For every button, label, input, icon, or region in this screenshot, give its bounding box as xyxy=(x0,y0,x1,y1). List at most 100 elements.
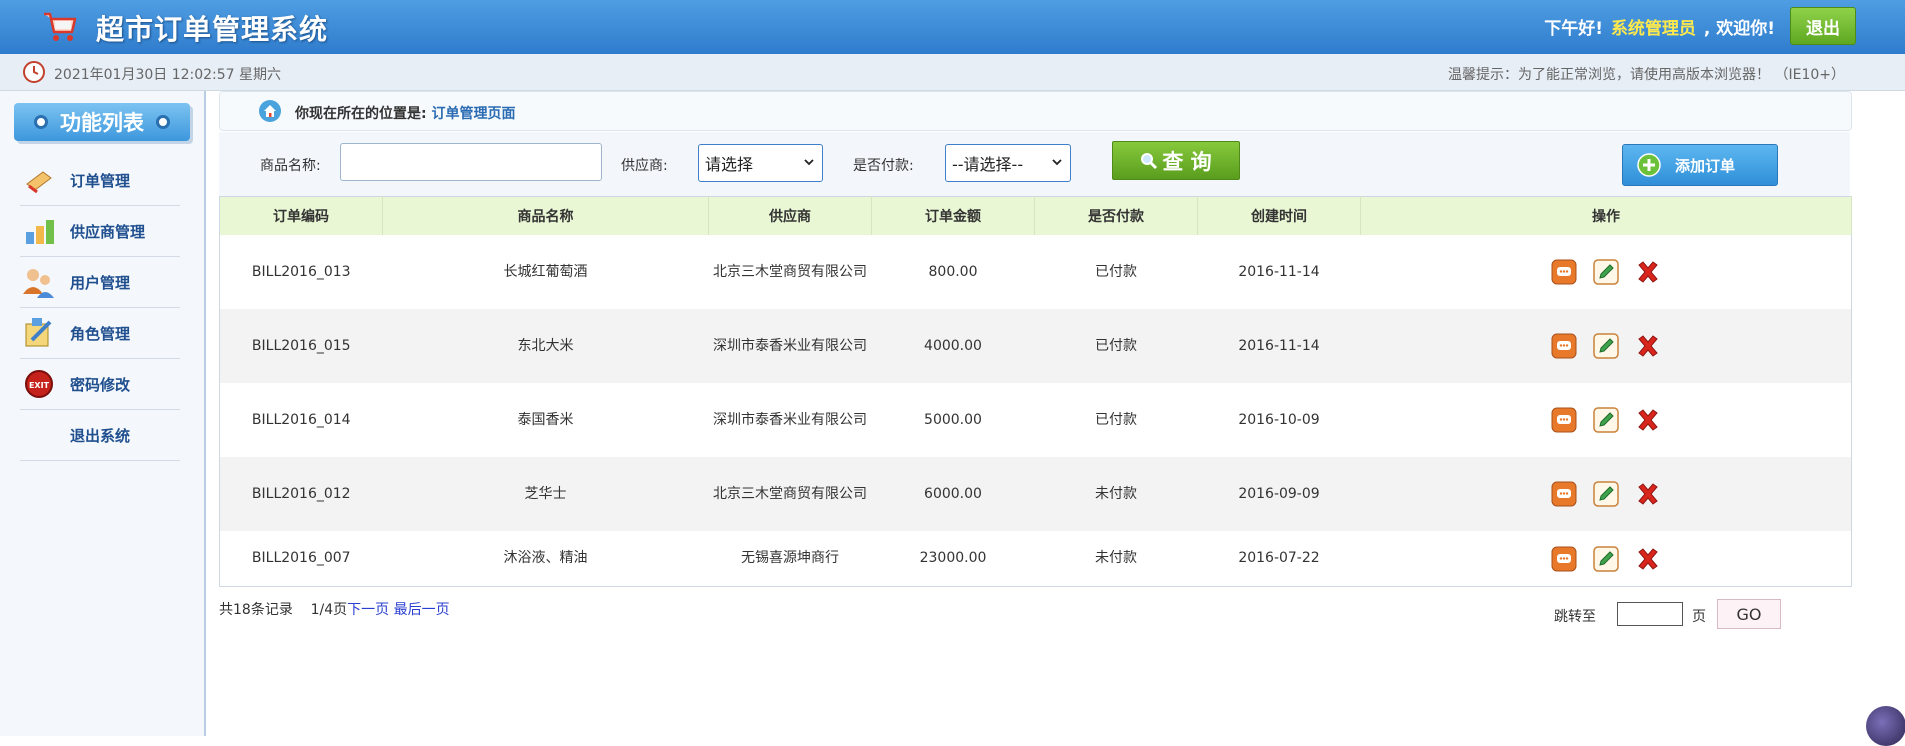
cell-created: 2016-07-22 xyxy=(1197,531,1361,587)
sidebar-item-users[interactable]: 用户管理 xyxy=(20,257,180,308)
supplier-icon xyxy=(20,212,58,250)
status-bar: 2021年01月30日 12:02:57 星期六 温馨提示：为了能正常浏览，请使… xyxy=(0,54,1905,91)
sidebar-item-logout[interactable]: 退出系统 xyxy=(20,410,180,461)
supplier-select[interactable]: 请选择 xyxy=(698,144,823,182)
cell-created: 2016-11-14 xyxy=(1197,309,1361,383)
col-header-supplier: 供应商 xyxy=(708,196,872,235)
supplier-select-value: 请选择 xyxy=(705,155,754,174)
sidebar: 功能列表 订单管理 供应商管理 用户管理 角色管理 EXIT 密码修改 退出系统 xyxy=(0,91,206,736)
sidebar-item-password[interactable]: EXIT 密码修改 xyxy=(20,359,180,410)
sidebar-item-label: 供应商管理 xyxy=(70,222,146,241)
page-indicator: 1/4页 xyxy=(310,602,348,618)
cell-product: 泰国香米 xyxy=(382,383,709,457)
cell-actions xyxy=(1360,235,1852,309)
delete-icon[interactable] xyxy=(1635,333,1661,359)
logout-button[interactable]: 退出 xyxy=(1790,7,1856,45)
delete-icon[interactable] xyxy=(1635,259,1661,285)
cell-supplier: 北京三木堂商贸有限公司 xyxy=(708,457,872,531)
page-unit-label: 页 xyxy=(1692,609,1706,625)
cell-created: 2016-09-09 xyxy=(1197,457,1361,531)
cell-supplier: 深圳市泰香米业有限公司 xyxy=(708,383,872,457)
sidebar-item-suppliers[interactable]: 供应商管理 xyxy=(20,206,180,257)
home-icon xyxy=(259,100,281,122)
cell-actions xyxy=(1360,309,1852,383)
query-button-label: 查 询 xyxy=(1162,149,1212,174)
row-actions xyxy=(1361,407,1852,433)
blank-icon xyxy=(20,416,58,454)
view-icon[interactable] xyxy=(1551,333,1577,359)
greeting: 下午好! 系统管理员 , 欢迎你! xyxy=(1544,14,1775,39)
edit-icon[interactable] xyxy=(1593,407,1619,433)
row-actions xyxy=(1361,333,1852,359)
current-datetime: 2021年01月30日 12:02:57 星期六 xyxy=(54,67,282,83)
next-page-link[interactable]: 下一页 xyxy=(347,602,389,618)
cell-amount: 5000.00 xyxy=(871,383,1035,457)
view-icon[interactable] xyxy=(1551,407,1577,433)
current-user: 系统管理员 xyxy=(1610,19,1696,39)
go-button[interactable]: GO xyxy=(1717,599,1781,629)
last-page-link[interactable]: 最后一页 xyxy=(394,602,450,618)
page-number-input[interactable] xyxy=(1617,602,1683,626)
cell-paid: 已付款 xyxy=(1034,235,1198,309)
cell-actions xyxy=(1360,531,1852,587)
breadcrumb-prefix: 你现在所在的位置是: xyxy=(295,106,427,122)
edit-icon[interactable] xyxy=(1593,333,1619,359)
supplier-label: 供应商: xyxy=(621,158,668,174)
edit-icon[interactable] xyxy=(1593,481,1619,507)
edit-icon[interactable] xyxy=(1593,259,1619,285)
cell-product: 芝华士 xyxy=(382,457,709,531)
col-header-code: 订单编码 xyxy=(219,196,383,235)
row-actions xyxy=(1361,545,1852,572)
cart-icon xyxy=(44,12,77,41)
cell-code: BILL2016_015 xyxy=(219,309,383,383)
cell-product: 长城红葡萄酒 xyxy=(382,235,709,309)
row-actions xyxy=(1361,481,1852,507)
col-header-created: 创建时间 xyxy=(1197,196,1361,235)
browser-tip: 温馨提示：为了能正常浏览，请使用高版本浏览器！ （IE10+） xyxy=(1448,67,1845,83)
breadcrumb-text: 你现在所在的位置是: 订单管理页面 xyxy=(295,103,515,123)
bullet-icon xyxy=(34,115,48,129)
breadcrumb-current[interactable]: 订单管理页面 xyxy=(431,106,515,122)
cell-product: 东北大米 xyxy=(382,309,709,383)
cell-code: BILL2016_012 xyxy=(219,457,383,531)
cell-code: BILL2016_014 xyxy=(219,383,383,457)
avatar[interactable] xyxy=(1866,706,1905,746)
sidebar-item-roles[interactable]: 角色管理 xyxy=(20,308,180,359)
cell-paid: 已付款 xyxy=(1034,309,1198,383)
view-icon[interactable] xyxy=(1551,481,1577,507)
table-row: BILL2016_014 泰国香米 深圳市泰香米业有限公司 5000.00 已付… xyxy=(219,383,1852,457)
query-button[interactable]: 查 询 xyxy=(1112,141,1240,180)
orders-table: 订单编码 商品名称 供应商 订单金额 是否付款 创建时间 操作 BILL2016… xyxy=(219,196,1852,587)
paid-select-value: --请选择-- xyxy=(952,155,1024,174)
delete-icon[interactable] xyxy=(1635,481,1661,507)
add-order-button[interactable]: 添加订单 xyxy=(1622,144,1778,186)
product-name-input[interactable] xyxy=(340,143,602,181)
cell-actions xyxy=(1360,383,1852,457)
search-icon xyxy=(1141,152,1158,169)
col-header-actions: 操作 xyxy=(1360,196,1852,235)
cell-created: 2016-10-09 xyxy=(1197,383,1361,457)
app-title: 超市订单管理系统 xyxy=(96,13,329,46)
cell-amount: 800.00 xyxy=(871,235,1035,309)
table-row: BILL2016_007 沐浴液、精油 无锡喜源坤商行 23000.00 未付款… xyxy=(219,531,1852,587)
paid-select[interactable]: --请选择-- xyxy=(945,144,1071,182)
edit-icon[interactable] xyxy=(1593,545,1619,572)
sidebar-item-orders[interactable]: 订单管理 xyxy=(20,155,180,206)
menu-title: 功能列表 xyxy=(14,103,190,141)
product-name-label: 商品名称: xyxy=(260,158,321,174)
cell-code: BILL2016_013 xyxy=(219,235,383,309)
cell-supplier: 北京三木堂商贸有限公司 xyxy=(708,235,872,309)
cell-amount: 4000.00 xyxy=(871,309,1035,383)
delete-icon[interactable] xyxy=(1635,407,1661,433)
pagination: 共18条记录 1/4页下一页 最后一页 xyxy=(219,599,450,619)
view-icon[interactable] xyxy=(1551,546,1577,572)
cell-paid: 已付款 xyxy=(1034,383,1198,457)
delete-icon[interactable] xyxy=(1635,546,1661,572)
table-row: BILL2016_013 长城红葡萄酒 北京三木堂商贸有限公司 800.00 已… xyxy=(219,235,1852,309)
cell-actions xyxy=(1360,457,1852,531)
sidebar-item-label: 退出系统 xyxy=(70,426,131,445)
view-icon[interactable] xyxy=(1551,259,1577,285)
cell-supplier: 无锡喜源坤商行 xyxy=(708,531,872,587)
row-actions xyxy=(1361,259,1852,285)
bullet-icon xyxy=(156,115,170,129)
